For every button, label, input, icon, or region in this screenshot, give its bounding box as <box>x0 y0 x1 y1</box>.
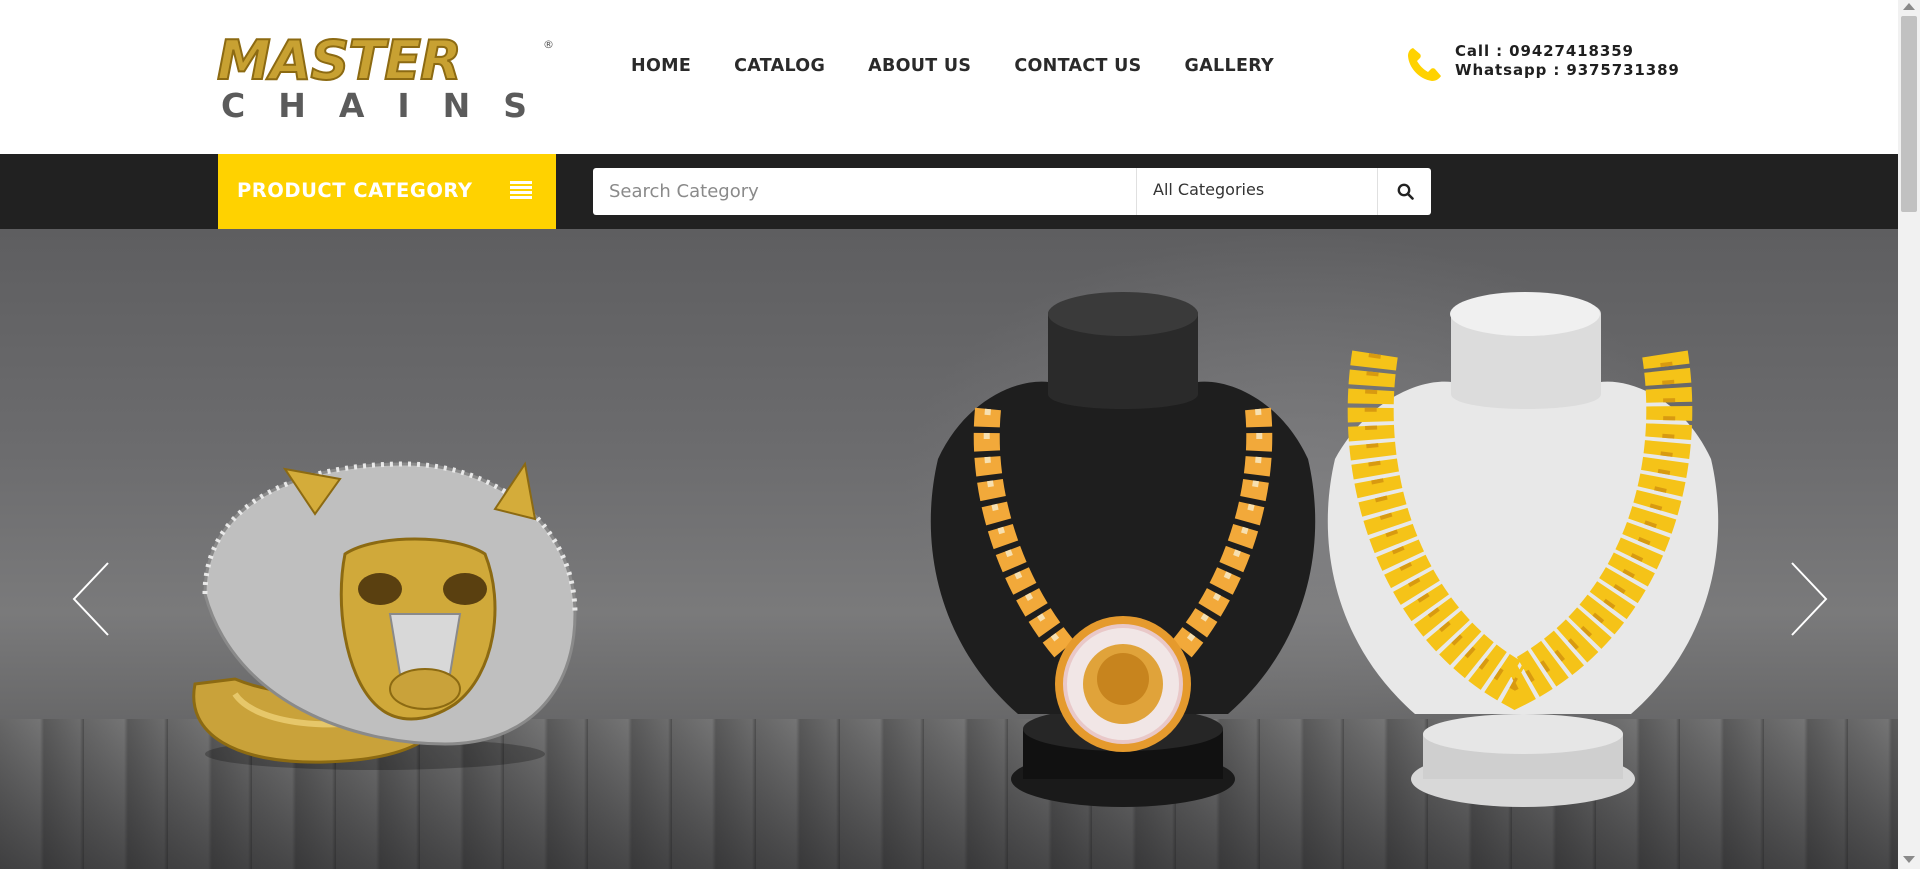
slider-prev-button[interactable] <box>70 559 114 639</box>
logo-registered-mark: ® <box>543 38 554 51</box>
nav-gallery[interactable]: GALLERY <box>1185 56 1274 76</box>
black-bust-lion-chain-image <box>930 292 1316 807</box>
brand-logo[interactable]: MASTER ® CHAINS <box>216 29 557 126</box>
nav-home[interactable]: HOME <box>631 56 691 76</box>
main-nav: HOME CATALOG ABOUT US CONTACT US GALLERY <box>631 56 1317 76</box>
product-category-button[interactable]: PRODUCT CATEGORY <box>218 154 556 229</box>
nav-contact-us[interactable]: CONTACT US <box>1014 56 1141 76</box>
category-select[interactable]: All Categories <box>1137 168 1369 215</box>
scroll-down-arrow-icon[interactable] <box>1903 856 1915 863</box>
category-search-bar: PRODUCT CATEGORY All Categories <box>0 154 1898 229</box>
logo-wordmark-bottom: CHAINS <box>221 86 561 125</box>
slider-next-button[interactable] <box>1786 559 1830 639</box>
whatsapp-number[interactable]: Whatsapp : 9375731389 <box>1455 61 1680 80</box>
search-button[interactable] <box>1378 168 1431 215</box>
scroll-up-arrow-icon[interactable] <box>1903 3 1915 10</box>
scrollbar-thumb[interactable] <box>1901 16 1917 212</box>
white-bust-rope-chain-image <box>1327 292 1719 807</box>
hamburger-menu-icon <box>510 181 532 201</box>
nav-catalog[interactable]: CATALOG <box>734 56 825 76</box>
hero-slider <box>0 229 1898 869</box>
phone-icon <box>1408 48 1441 81</box>
search-box: All Categories <box>593 168 1431 215</box>
panther-ring-image <box>192 461 578 770</box>
site-header: MASTER ® CHAINS HOME CATALOG ABOUT US CO… <box>0 0 1898 154</box>
nav-about-us[interactable]: ABOUT US <box>868 56 971 76</box>
search-input[interactable] <box>593 168 1136 215</box>
search-icon <box>1397 183 1414 200</box>
logo-wordmark-top: MASTER <box>216 29 463 92</box>
call-number[interactable]: Call : 09427418359 <box>1455 42 1680 61</box>
product-category-label: PRODUCT CATEGORY <box>237 179 473 202</box>
page-scrollbar[interactable] <box>1898 0 1920 869</box>
contact-info: Call : 09427418359 Whatsapp : 9375731389 <box>1405 42 1685 87</box>
